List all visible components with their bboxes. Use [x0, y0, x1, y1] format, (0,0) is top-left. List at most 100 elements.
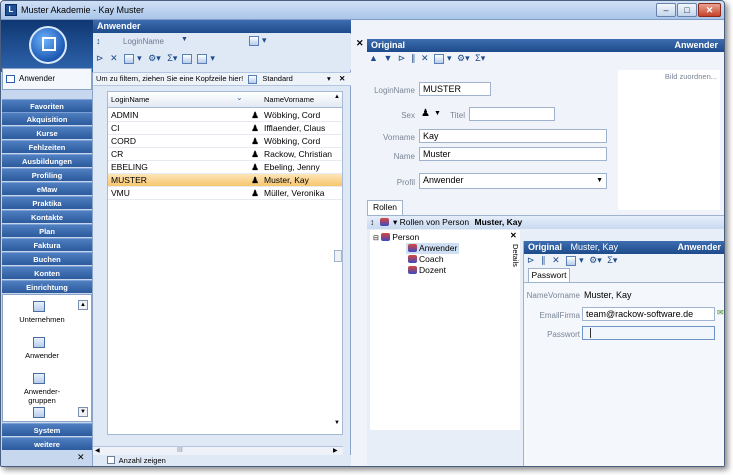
nav-category-praktika[interactable]: Praktika — [2, 196, 92, 209]
first-name-field[interactable]: Kay — [419, 129, 607, 143]
nav-category-kurse[interactable]: Kurse — [2, 126, 92, 139]
nav-category-akquisition[interactable]: Akquisition — [2, 112, 92, 125]
sort-icon[interactable]: ↕ — [370, 217, 374, 227]
scroll-up-arrow[interactable]: ▲ — [334, 94, 340, 100]
nav-category-plan[interactable]: Plan — [2, 224, 92, 237]
sum-icon[interactable]: Σ▾ — [607, 255, 617, 265]
attach-icon[interactable]: ∥ — [541, 255, 546, 265]
table-row[interactable]: MUSTER ♟ Muster, Kay — [108, 174, 342, 187]
roles-dropdown-icon[interactable]: ▾ — [393, 217, 397, 227]
nav-close-button[interactable]: ✕ — [77, 452, 85, 463]
photo-box[interactable]: Bild zuordnen... — [618, 70, 720, 210]
delete-icon[interactable]: ✕ — [552, 255, 560, 265]
open-icon[interactable]: ⊳ — [398, 53, 406, 63]
profile-dropdown-icon[interactable]: ▼ — [596, 175, 603, 187]
print-icon[interactable]: ⚙▾ — [589, 255, 602, 265]
tree-item-coach[interactable]: Coach — [406, 254, 446, 265]
layout-dropdown-icon[interactable]: ▾ — [327, 73, 331, 85]
nav-category-kontakte[interactable]: Kontakte — [2, 210, 92, 223]
nav-category-favoriten[interactable]: Favoriten — [2, 99, 92, 112]
sum-icon[interactable]: Σ▾ — [167, 53, 177, 63]
layout-label[interactable]: Standard — [262, 74, 292, 83]
filter-dropdown-icon[interactable]: ⌄ — [236, 93, 243, 102]
down-arrow-icon[interactable]: ▼ — [383, 53, 392, 63]
nav-category-emaw[interactable]: eMaw — [2, 182, 92, 195]
form-view-icon[interactable] — [197, 53, 208, 64]
tab-rollen[interactable]: Rollen — [367, 200, 403, 215]
nav-category-system[interactable]: System — [2, 423, 92, 436]
anwender-icon[interactable] — [33, 337, 45, 348]
group-bar-close[interactable]: ✕ — [339, 73, 345, 85]
maximize-button[interactable]: □ — [677, 3, 697, 17]
group-by-bar[interactable]: Um zu filtern, ziehen Sie eine Kopfzeile… — [93, 72, 351, 86]
scroll-down-button[interactable]: ▼ — [78, 407, 88, 417]
nav-item-anwender[interactable]: Anwender — [5, 351, 79, 360]
last-name-field[interactable]: Muster — [419, 147, 607, 161]
table-row[interactable]: CR ♟ Rackow, Christian — [108, 148, 342, 161]
unternehmen-icon[interactable] — [33, 301, 45, 312]
title-field[interactable] — [469, 107, 555, 121]
nav-category-profiling[interactable]: Profiling — [2, 168, 92, 181]
table-row[interactable]: VMU ♟ Müller, Veronika — [108, 187, 342, 200]
sub-password-field[interactable] — [582, 326, 715, 340]
nav-category-konten[interactable]: Konten — [2, 266, 92, 279]
close-window-button[interactable]: ✕ — [698, 3, 721, 17]
print-icon[interactable]: ⚙▾ — [148, 53, 161, 63]
details-close-button[interactable]: ✕ — [510, 231, 517, 240]
scroll-up-button[interactable]: ▲ — [78, 300, 88, 310]
more-item-icon[interactable] — [33, 407, 45, 418]
nav-item-unternehmen[interactable]: Unternehmen — [5, 315, 79, 324]
detail-close-button[interactable]: ✕ — [356, 38, 364, 49]
profile-select[interactable]: Anwender ▼ — [419, 173, 607, 189]
attach-icon[interactable]: ∥ — [411, 53, 416, 63]
search-field-dropdown-icon[interactable]: ▼ — [181, 36, 188, 43]
up-arrow-icon[interactable]: ▲ — [369, 53, 378, 63]
table-row[interactable]: ADMIN ♟ Wöbking, Cord — [108, 109, 342, 122]
nav-category-einrichtung[interactable]: Einrichtung — [2, 280, 92, 293]
nav-current-module[interactable]: Anwender — [2, 68, 92, 90]
new-document-icon[interactable]: ▾ — [249, 35, 267, 46]
scroll-down-arrow[interactable]: ▼ — [334, 420, 340, 426]
login-field[interactable]: MUSTER — [419, 82, 491, 96]
print-icon[interactable]: ⚙▾ — [457, 53, 470, 63]
nav-category-weitere[interactable]: weitere — [2, 437, 92, 450]
nav-category-faktura[interactable]: Faktura — [2, 238, 92, 251]
scroll-right-arrow[interactable]: ▶ — [333, 447, 338, 454]
open-icon[interactable]: ⊳ — [96, 53, 104, 63]
sub-email-field[interactable]: team@rackow-software.de — [582, 307, 715, 321]
show-count-checkbox[interactable] — [107, 456, 115, 464]
tab-passwort[interactable]: Passwort — [528, 268, 570, 282]
table-row[interactable]: CI ♟ Ifflaender, Claus — [108, 122, 342, 135]
scroll-grip[interactable]: III — [177, 447, 183, 454]
collapse-icon[interactable]: ⊟ — [373, 235, 379, 242]
anwendergruppen-icon[interactable] — [33, 373, 45, 384]
email-action-icon[interactable]: ✉ — [717, 308, 724, 319]
sum-icon[interactable]: Σ▾ — [475, 53, 485, 63]
search-field-label[interactable]: LoginName — [123, 37, 164, 46]
delete-icon[interactable]: ✕ — [421, 53, 429, 63]
nav-category-ausbildungen[interactable]: Ausbildungen — [2, 154, 92, 167]
roles-person: Muster, Kay — [474, 217, 523, 227]
word-icon[interactable] — [566, 255, 577, 266]
title-bar[interactable]: L Muster Akademie - Kay Muster – □ ✕ — [1, 1, 724, 20]
sort-icon[interactable]: ↕ — [96, 36, 101, 46]
details-side-label[interactable]: Details — [508, 244, 520, 290]
nav-category-buchen[interactable]: Buchen — [2, 252, 92, 265]
table-row[interactable]: EBELING ♟ Ebeling, Jenny — [108, 161, 342, 174]
word-icon[interactable] — [124, 53, 135, 64]
grid-scroll-thumb[interactable] — [334, 250, 342, 262]
tree-item-dozent[interactable]: Dozent — [406, 265, 448, 276]
column-header-login[interactable]: LoginName — [111, 95, 149, 104]
nav-item-anwendergruppen[interactable]: Anwender- gruppen — [5, 387, 79, 405]
column-header-name[interactable]: NameVorname — [264, 95, 314, 104]
scroll-left-arrow[interactable]: ◀ — [95, 447, 100, 454]
grid-view-icon[interactable] — [181, 53, 192, 64]
word-icon[interactable] — [434, 53, 445, 64]
sex-icon[interactable]: ♟ — [421, 108, 430, 119]
minimize-button[interactable]: – — [656, 3, 676, 17]
table-row[interactable]: CORD ♟ Wöbking, Cord — [108, 135, 342, 148]
open-icon[interactable]: ⊳ — [527, 255, 535, 265]
tree-item-anwender[interactable]: Anwender — [406, 243, 460, 254]
delete-icon[interactable]: ✕ — [110, 53, 118, 63]
nav-category-fehlzeiten[interactable]: Fehlzeiten — [2, 140, 92, 153]
